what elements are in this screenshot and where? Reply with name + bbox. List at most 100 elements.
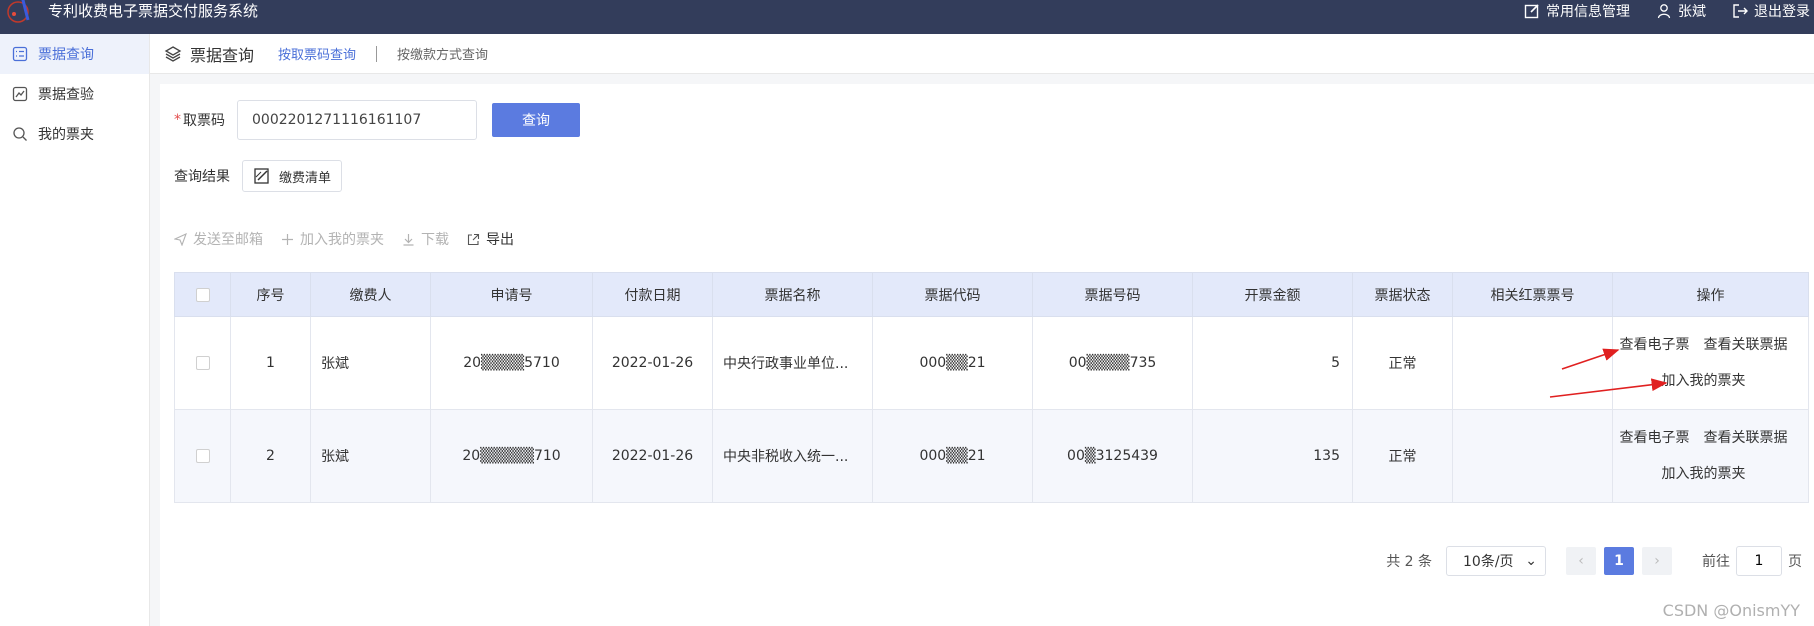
cell-ticket-code: 000▒▒21 xyxy=(872,316,1033,410)
page-title-text: 票据查询 xyxy=(190,45,255,65)
page-title: 票据查询 xyxy=(164,42,254,66)
cell-app-no: 20▒▒▒▒5710 xyxy=(430,316,593,410)
sidebar-item-label: 票据查询 xyxy=(38,47,94,63)
column-header: 票据状态 xyxy=(1352,272,1453,317)
cell-ticket-code: 000▒▒21 xyxy=(872,409,1033,503)
query-button[interactable]: 查询 xyxy=(492,103,580,137)
row-checkbox[interactable] xyxy=(195,356,210,370)
cell-ticket-number: 00▒▒▒▒735 xyxy=(1032,316,1193,410)
watermark: CSDN @OnismYY xyxy=(1662,601,1800,620)
logout-icon xyxy=(1733,4,1748,18)
chevron-left-icon: ‹ xyxy=(1578,553,1584,569)
download-label: 下载 xyxy=(421,232,449,248)
cell-no: 2 xyxy=(230,409,311,503)
send-mail-label: 发送至邮箱 xyxy=(193,232,263,248)
goto-label: 前往 xyxy=(1702,554,1730,570)
export-label: 导出 xyxy=(486,232,514,248)
column-header: 操作 xyxy=(1612,272,1809,317)
action-toolbar: 发送至邮箱 加入我的票夹 下载 导出 xyxy=(174,229,514,249)
page-number-current[interactable]: 1 xyxy=(1604,547,1634,575)
cell-payer: 张斌 xyxy=(310,316,431,410)
sidebar-item-label: 我的票夹 xyxy=(38,127,94,143)
logout-label: 退出登录 xyxy=(1754,4,1810,20)
edit-icon xyxy=(1524,4,1539,19)
column-header: 票据名称 xyxy=(712,272,873,317)
user-menu[interactable]: 张斌 xyxy=(1656,1,1706,21)
column-header: 序号 xyxy=(230,272,311,317)
view-eticket-link[interactable]: 查看电子票 xyxy=(1620,337,1690,353)
chevron-down-icon: ⌄ xyxy=(1525,553,1537,569)
table-row: 1 张斌 20▒▒▒▒5710 2022-01-26 中央行政事业单位... 0… xyxy=(174,316,1809,410)
view-eticket-link[interactable]: 查看电子票 xyxy=(1620,430,1690,446)
add-to-folder-link[interactable]: 加入我的票夹 xyxy=(1662,373,1746,389)
column-header: 付款日期 xyxy=(592,272,713,317)
send-icon xyxy=(174,232,187,246)
info-management-link[interactable]: 常用信息管理 xyxy=(1524,1,1630,21)
page-unit-label: 页 xyxy=(1788,554,1802,570)
cell-payer: 张斌 xyxy=(310,409,431,503)
ticket-code-input[interactable] xyxy=(237,100,477,140)
code-label: 取票码 xyxy=(183,113,225,129)
column-header: 缴费人 xyxy=(310,272,431,317)
sidebar-item-my-folder[interactable]: 我的票夹 xyxy=(0,114,149,154)
cell-red-ticket xyxy=(1452,316,1613,410)
info-management-label: 常用信息管理 xyxy=(1546,4,1630,20)
view-related-link[interactable]: 查看关联票据 xyxy=(1704,337,1788,353)
tab-by-payment[interactable]: 按缴款方式查询 xyxy=(397,44,488,63)
cell-red-ticket xyxy=(1452,409,1613,503)
cell-operations: 查看电子票 查看关联票据 加入我的票夹 xyxy=(1612,316,1809,410)
cell-status: 正常 xyxy=(1352,316,1453,410)
content-area: * 取票码 查询 查询结果 缴费清单 发送至邮箱 加入我的票夹 下载 xyxy=(150,74,1814,626)
query-panel: * 取票码 查询 查询结果 缴费清单 发送至邮箱 加入我的票夹 下载 xyxy=(160,84,1814,626)
row-select-cell xyxy=(174,316,231,410)
select-all-cell xyxy=(174,272,231,317)
cell-date: 2022-01-26 xyxy=(592,316,713,410)
result-label: 查询结果 xyxy=(174,169,230,185)
view-related-link[interactable]: 查看关联票据 xyxy=(1704,430,1788,446)
sub-header: 票据查询 按取票码查询 按缴款方式查询 xyxy=(150,34,1814,74)
sidebar-item-label: 票据查验 xyxy=(38,87,94,103)
row-checkbox[interactable] xyxy=(195,449,210,463)
column-header: 申请号 xyxy=(430,272,593,317)
logo-icon xyxy=(7,0,30,23)
logout-button[interactable]: 退出登录 xyxy=(1732,1,1810,21)
tab-divider xyxy=(376,45,378,62)
top-right-menu: 常用信息管理 张斌 退出登录 xyxy=(1524,0,1814,22)
cell-ticket-name: 中央行政事业单位... xyxy=(712,316,873,410)
cell-status: 正常 xyxy=(1352,409,1453,503)
tab-by-code[interactable]: 按取票码查询 xyxy=(278,44,356,63)
send-mail-button[interactable]: 发送至邮箱 xyxy=(174,229,263,249)
list-icon xyxy=(12,46,28,62)
pager-total: 共 2 条 xyxy=(1386,554,1432,570)
cell-no: 1 xyxy=(230,316,311,410)
search-icon xyxy=(13,127,27,141)
table-header-row: 序号 缴费人 申请号 付款日期 票据名称 票据代码 票据号码 开票金额 票据状态… xyxy=(174,272,1809,317)
cell-amount: 135 xyxy=(1192,409,1353,503)
required-mark: * xyxy=(174,112,181,128)
result-header: 查询结果 缴费清单 xyxy=(174,160,343,192)
chevron-right-icon: › xyxy=(1654,553,1660,569)
sidebar: 票据查询 票据查验 我的票夹 xyxy=(0,34,150,626)
app-title: 专利收费电子票据交付服务系统 xyxy=(48,2,259,20)
download-button[interactable]: 下载 xyxy=(402,229,449,249)
sidebar-item-ticket-query[interactable]: 票据查询 xyxy=(0,34,149,74)
cell-ticket-name: 中央非税收入统一... xyxy=(712,409,873,503)
page-size-select[interactable]: 10条/页 ⌄ xyxy=(1446,546,1546,576)
add-to-folder-link[interactable]: 加入我的票夹 xyxy=(1662,466,1746,482)
sidebar-item-ticket-verify[interactable]: 票据查验 xyxy=(0,74,149,114)
cell-amount: 5 xyxy=(1192,316,1353,410)
add-folder-button[interactable]: 加入我的票夹 xyxy=(281,229,384,249)
table-row: 2 张斌 20▒▒▒▒▒710 2022-01-26 中央非税收入统一... 0… xyxy=(174,409,1809,503)
fee-list-button[interactable]: 缴费清单 xyxy=(242,160,343,192)
goto-page-input[interactable] xyxy=(1736,546,1782,576)
fee-list-label: 缴费清单 xyxy=(279,170,332,186)
prev-page-button[interactable]: ‹ xyxy=(1566,547,1596,575)
cell-date: 2022-01-26 xyxy=(592,409,713,503)
export-button[interactable]: 导出 xyxy=(467,229,514,249)
select-all-checkbox[interactable] xyxy=(195,287,210,302)
top-bar: 专利收费电子票据交付服务系统 常用信息管理 张斌 退出登录 xyxy=(0,0,1814,34)
ticket-table: 序号 缴费人 申请号 付款日期 票据名称 票据代码 票据号码 开票金额 票据状态… xyxy=(174,272,1809,503)
next-page-button[interactable]: › xyxy=(1642,547,1672,575)
plus-icon xyxy=(282,233,293,245)
user-icon xyxy=(1657,4,1671,19)
